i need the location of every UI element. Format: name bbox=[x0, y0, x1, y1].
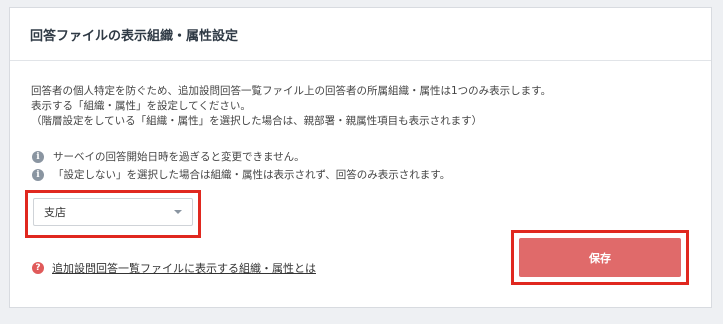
description-line: 回答者の個人特定を防ぐため、追加設問回答一覧ファイル上の回答者の所属組織・属性は… bbox=[31, 85, 552, 97]
select-value: 支店 bbox=[44, 206, 66, 219]
info-icon: i bbox=[32, 168, 44, 181]
panel-header: 回答ファイルの表示組織・属性設定 bbox=[10, 8, 711, 61]
description-line: 表示する「組織・属性」を設定してください。 bbox=[31, 100, 251, 112]
description: 回答者の個人特定を防ぐため、追加設問回答一覧ファイル上の回答者の所属組織・属性は… bbox=[31, 84, 671, 129]
note-item: i 「設定しない」を選択した場合は組織・属性は表示されず、回答のみ表示されます。 bbox=[32, 167, 450, 182]
question-icon: ? bbox=[32, 262, 44, 274]
save-highlight-frame: 保存 bbox=[511, 230, 689, 285]
description-line: （階層設定をしている「組織・属性」を選択した場合は、親部署・親属性項目も表示され… bbox=[31, 115, 483, 127]
chevron-down-icon bbox=[174, 210, 182, 214]
org-attribute-select[interactable]: 支店 bbox=[33, 198, 193, 226]
note-text: サーベイの回答開始日時を過ぎると変更できません。 bbox=[53, 151, 305, 163]
info-icon: i bbox=[32, 150, 44, 163]
help-link[interactable]: 追加設問回答一覧ファイルに表示する組織・属性とは bbox=[52, 260, 316, 276]
save-button[interactable]: 保存 bbox=[519, 238, 681, 277]
note-item: i サーベイの回答開始日時を過ぎると変更できません。 bbox=[32, 149, 305, 164]
panel-title: 回答ファイルの表示組織・属性設定 bbox=[30, 29, 239, 44]
note-text: 「設定しない」を選択した場合は組織・属性は表示されず、回答のみ表示されます。 bbox=[53, 169, 451, 181]
help-link-row: ? 追加設問回答一覧ファイルに表示する組織・属性とは bbox=[32, 260, 316, 276]
select-highlight-frame: 支店 bbox=[25, 190, 201, 238]
